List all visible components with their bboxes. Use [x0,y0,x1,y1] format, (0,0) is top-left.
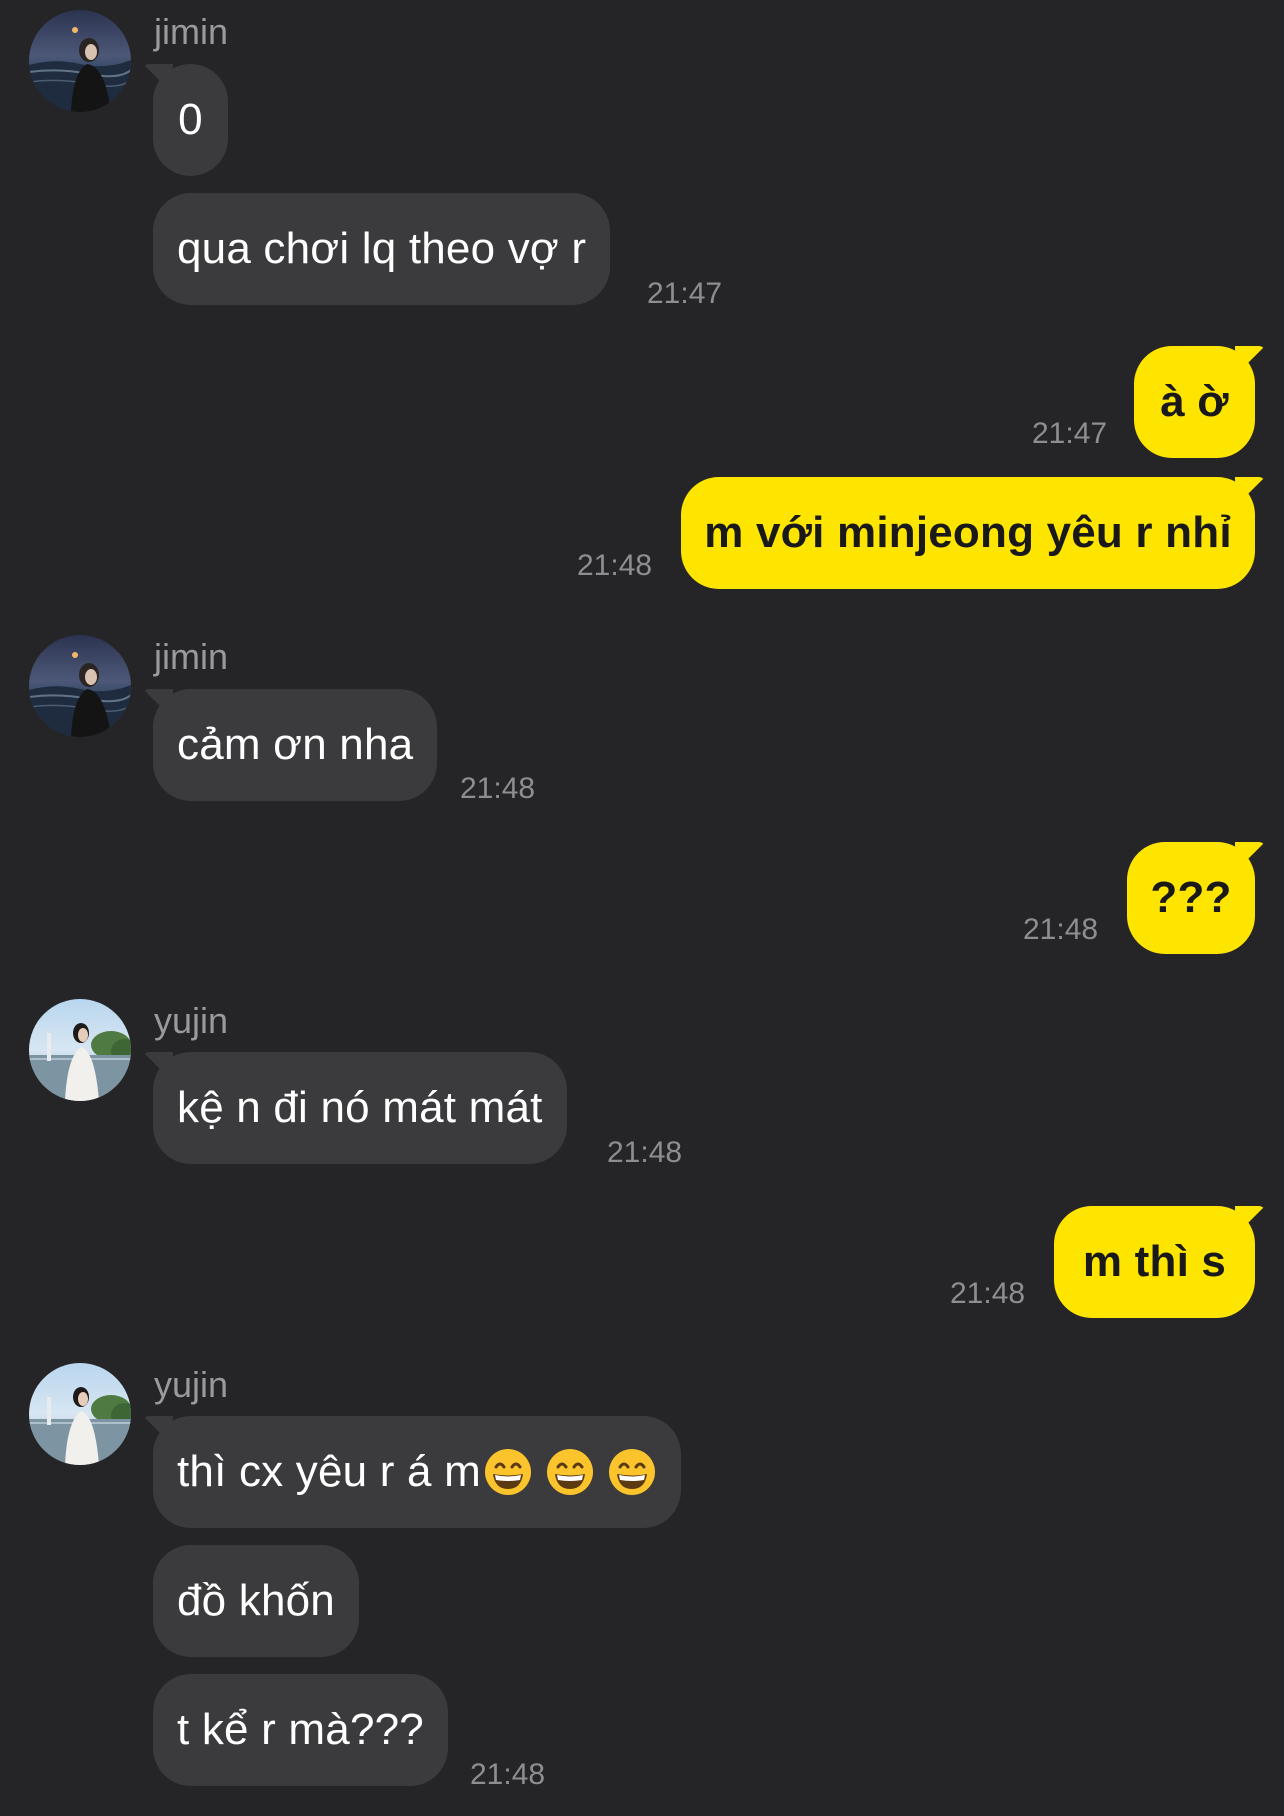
message-bubble[interactable]: 0 [153,64,228,176]
jimin-avatar-image [29,635,131,737]
grinning-face-icon [546,1449,593,1495]
avatar-yujin[interactable] [29,1363,131,1465]
avatar-jimin[interactable] [29,10,131,112]
message-bubble[interactable]: đồ khốn [153,1545,359,1657]
message-text: đồ khốn [177,1576,335,1625]
message-timestamp: 21:47 [1032,417,1108,450]
my-message-bubble[interactable]: à ờ [1134,346,1255,458]
message-text: thì cx yêu r á m [177,1447,481,1496]
message-timestamp: 21:48 [577,549,653,582]
my-message-bubble[interactable]: ??? [1127,842,1255,954]
yujin-avatar-image [29,1363,131,1465]
message-bubble[interactable]: kệ n đi nó mát mát [153,1052,567,1164]
sender-name: yujin [154,1000,229,1041]
sender-name: jimin [154,636,229,677]
message-text: m thì s [1082,1237,1227,1286]
jimin-avatar-image [29,10,131,112]
my-message-bubble[interactable]: m với minjeong yêu r nhỉ [681,477,1255,589]
sender-name: yujin [154,1364,229,1405]
message-text: à ờ [1160,377,1229,426]
message-text: t kể r mà??? [177,1705,424,1754]
message-text: m với minjeong yêu r nhỉ [704,508,1232,557]
avatar-jimin[interactable] [29,635,131,737]
message-timestamp: 21:47 [647,277,723,310]
message-timestamp: 21:48 [470,1758,546,1791]
message-bubble[interactable]: thì cx yêu r á m [153,1416,681,1528]
message-timestamp: 21:48 [607,1136,683,1169]
message-bubble[interactable]: cảm ơn nha [153,689,438,801]
avatar-yujin[interactable] [29,999,131,1101]
message-bubble[interactable]: qua chơi lq theo vợ r [153,193,611,305]
message-text: qua chơi lq theo vợ r [177,224,587,273]
message-text: ??? [1150,873,1232,922]
my-message-bubble[interactable]: m thì s [1054,1206,1255,1318]
grinning-face-icon [608,1449,655,1495]
message-text: 0 [178,95,203,144]
message-text: kệ n đi nó mát mát [177,1083,543,1132]
sender-name: jimin [154,11,229,52]
message-timestamp: 21:48 [950,1277,1026,1310]
grinning-face-icon [484,1449,531,1495]
message-timestamp: 21:48 [460,772,536,805]
yujin-avatar-image [29,999,131,1101]
message-text: cảm ơn nha [177,720,414,769]
message-bubble[interactable]: t kể r mà??? [153,1674,448,1786]
message-timestamp: 21:48 [1023,913,1099,946]
